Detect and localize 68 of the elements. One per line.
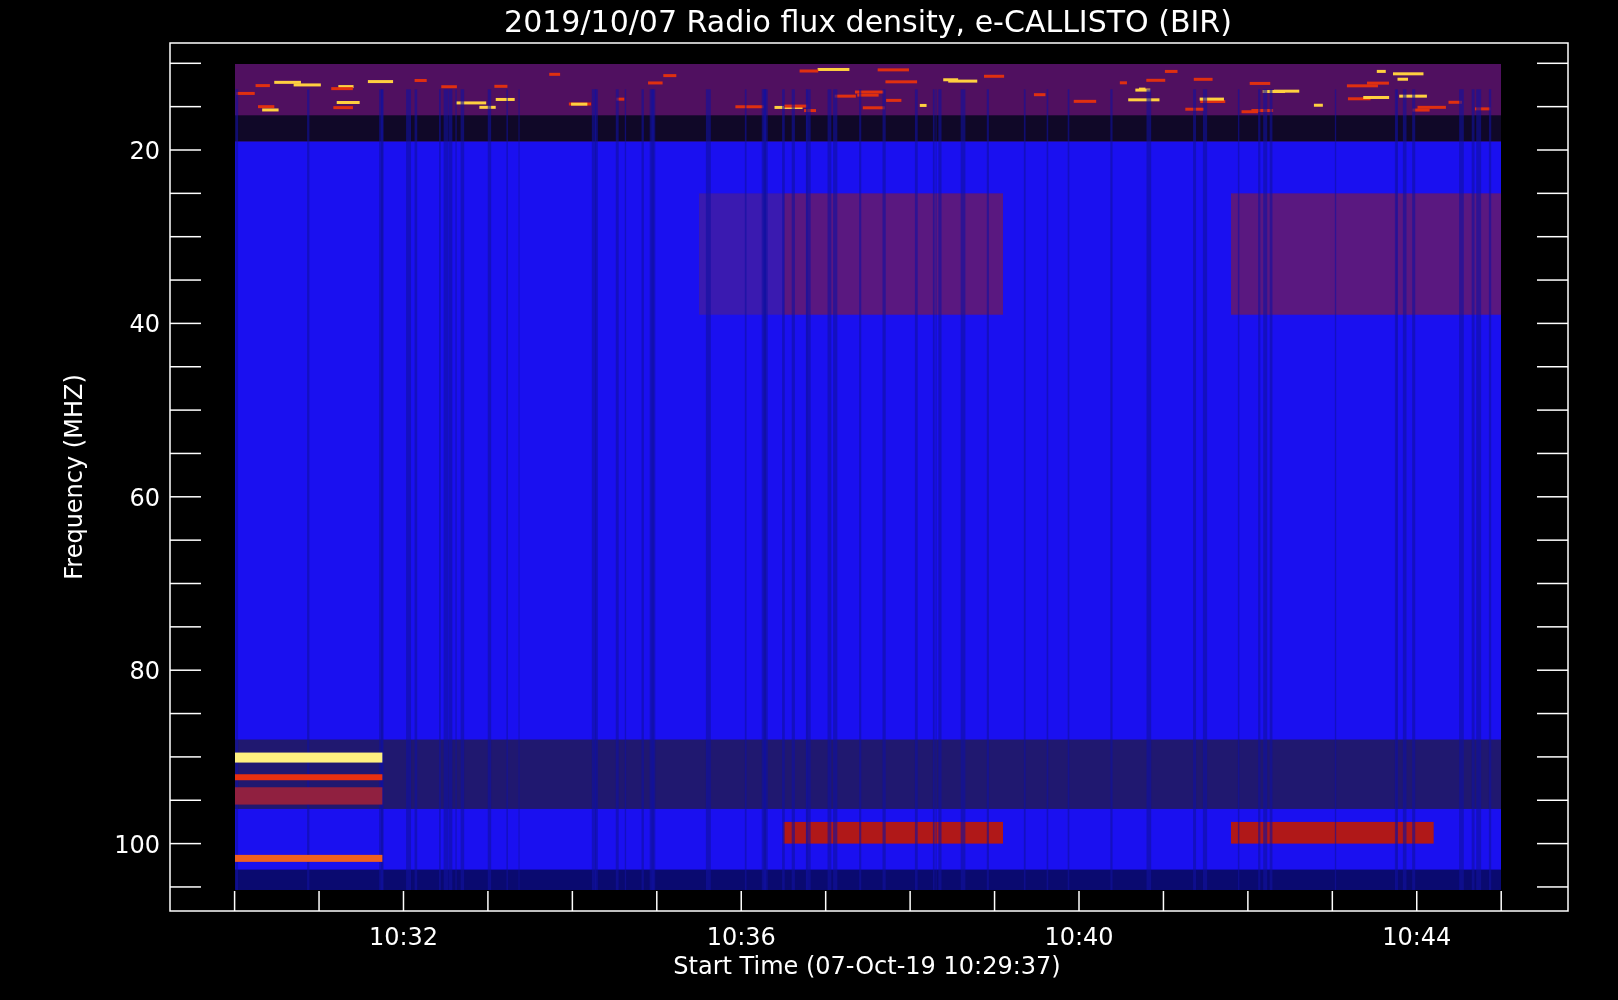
tick-mark (1536, 496, 1569, 498)
tick-mark (1078, 890, 1080, 912)
axis-label: Start Time (07-Oct-19 10:29:37) (673, 952, 1061, 980)
tick-mark (1162, 890, 1165, 912)
tick-mark (1500, 890, 1502, 912)
tick-mark (571, 890, 574, 912)
tick-mark (169, 712, 202, 715)
tick-mark (1247, 890, 1249, 912)
tick-mark (1536, 582, 1569, 585)
tick-mark (1536, 756, 1569, 758)
tick-mark (169, 582, 202, 585)
tick-mark (1536, 539, 1569, 541)
tick-mark (169, 235, 202, 238)
tick-mark (169, 886, 202, 888)
tick-mark (1536, 192, 1569, 195)
tick-mark (1536, 366, 1569, 368)
tick-mark (1536, 799, 1569, 801)
tick-mark (1536, 235, 1569, 238)
tick-mark (169, 366, 202, 368)
tick-label: 10:44 (1382, 923, 1452, 951)
tick-mark (1536, 105, 1569, 108)
tick-mark (233, 890, 236, 912)
tick-mark (402, 890, 405, 912)
tick-mark (656, 890, 658, 912)
tick-mark (1536, 149, 1569, 151)
tick-mark (1536, 322, 1569, 325)
tick-mark (169, 62, 202, 65)
tick-label: 40 (129, 310, 160, 339)
tick-mark (169, 279, 202, 281)
tick-mark (169, 105, 202, 108)
tick-mark (1536, 626, 1569, 628)
tick-mark (993, 890, 996, 912)
tick-mark (1536, 669, 1569, 671)
tick-mark (169, 192, 202, 195)
tick-mark (169, 626, 202, 628)
tick-label: 80 (129, 657, 160, 686)
tick-mark (169, 496, 202, 498)
tick-mark (487, 890, 489, 912)
tick-label: 60 (129, 483, 160, 512)
tick-mark (1331, 890, 1334, 912)
tick-mark (1536, 409, 1569, 411)
tick-label: 10:36 (706, 923, 776, 951)
tick-mark (1536, 452, 1569, 455)
tick-mark (1536, 62, 1569, 65)
tick-mark (169, 452, 202, 455)
tick-mark (318, 890, 320, 912)
tick-mark (740, 890, 742, 912)
tick-label: 100 (114, 830, 160, 859)
tick-mark (169, 409, 202, 411)
tick-mark (169, 539, 202, 541)
tick-mark (169, 842, 202, 845)
tick-mark (909, 890, 911, 912)
tick-mark (1416, 890, 1418, 912)
tick-label: 10:40 (1044, 923, 1114, 951)
axis-label: Frequency (MHZ) (60, 374, 88, 580)
tick-mark (169, 799, 202, 801)
tick-mark (169, 322, 202, 325)
tick-label: 10:32 (368, 923, 439, 951)
tick-mark (1536, 842, 1569, 845)
tick-mark (169, 669, 202, 671)
chart-title: 2019/10/07 Radio flux density, e-CALLISTO (BIR) (504, 4, 1232, 39)
tick-mark (1536, 886, 1569, 888)
tick-mark (1536, 712, 1569, 715)
tick-mark (169, 756, 202, 758)
tick-label: 20 (129, 137, 160, 165)
tick-mark (1536, 279, 1569, 281)
tick-mark (824, 890, 827, 912)
tick-mark (169, 149, 202, 151)
